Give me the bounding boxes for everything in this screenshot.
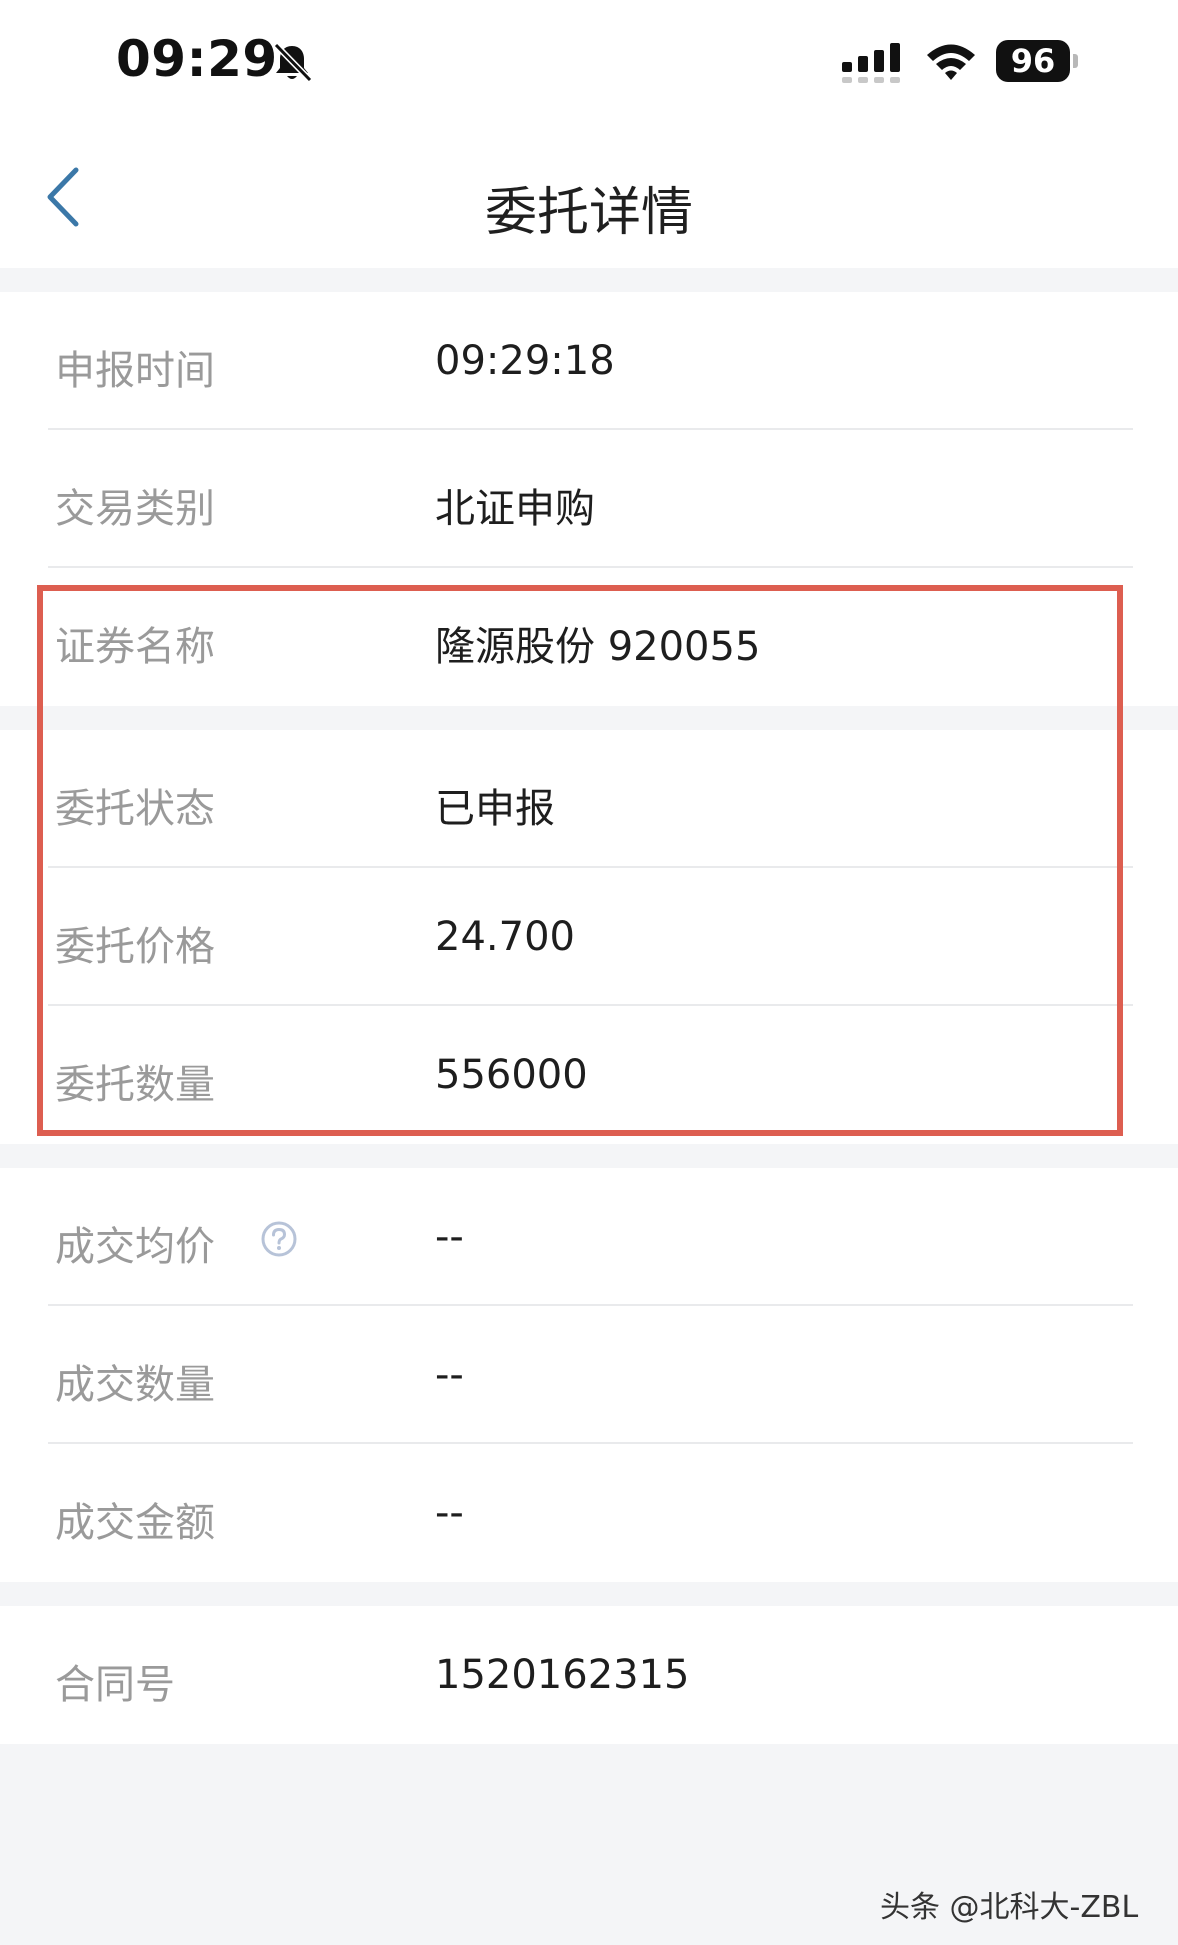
wifi-icon <box>927 44 975 80</box>
status-bar: 09:29 96 <box>0 0 1178 120</box>
nav-bar: 委托详情 <box>0 140 1178 268</box>
row-label: 合同号 <box>55 1662 175 1708</box>
status-time: 09:29 <box>116 30 278 88</box>
row-label: 成交金额 <box>55 1500 215 1546</box>
highlight-box <box>37 585 1123 1136</box>
battery-icon: 96 <box>996 40 1080 82</box>
row-label: 申报时间 <box>55 348 215 394</box>
row-value: 09:29:18 <box>435 338 615 384</box>
row-label: 交易类别 <box>55 486 215 532</box>
row-label: 成交数量 <box>55 1362 215 1408</box>
row-value: -- <box>435 1352 464 1398</box>
cellular-signal-icon <box>842 43 900 83</box>
row-value: -- <box>435 1214 464 1260</box>
battery-tip <box>1073 54 1078 68</box>
question-circle-icon[interactable] <box>260 1220 298 1258</box>
detail-row: 合同号 1520162315 <box>0 1606 1178 1744</box>
row-label: 成交均价 <box>55 1224 215 1270</box>
detail-row: 成交金额 -- <box>0 1444 1178 1582</box>
bell-slash-icon <box>273 42 313 83</box>
contract-section: 合同号 1520162315 <box>0 1606 1178 1744</box>
trade-result-section: 成交均价 -- 成交数量 -- 成交金额 -- <box>0 1168 1178 1582</box>
row-value: 1520162315 <box>435 1652 690 1698</box>
detail-row: 成交数量 -- <box>0 1306 1178 1444</box>
page-title: 委托详情 <box>484 183 693 243</box>
watermark: 头条 @北科大-ZBL <box>880 1890 1139 1925</box>
battery-level: 96 <box>996 40 1070 82</box>
detail-row: 申报时间 09:29:18 <box>0 292 1178 430</box>
row-value: -- <box>435 1490 464 1536</box>
row-value: 北证申购 <box>435 486 595 532</box>
detail-row: 成交均价 -- <box>0 1168 1178 1306</box>
header-area: 09:29 96 委托详情 <box>0 0 1178 268</box>
detail-row: 交易类别 北证申购 <box>0 430 1178 568</box>
